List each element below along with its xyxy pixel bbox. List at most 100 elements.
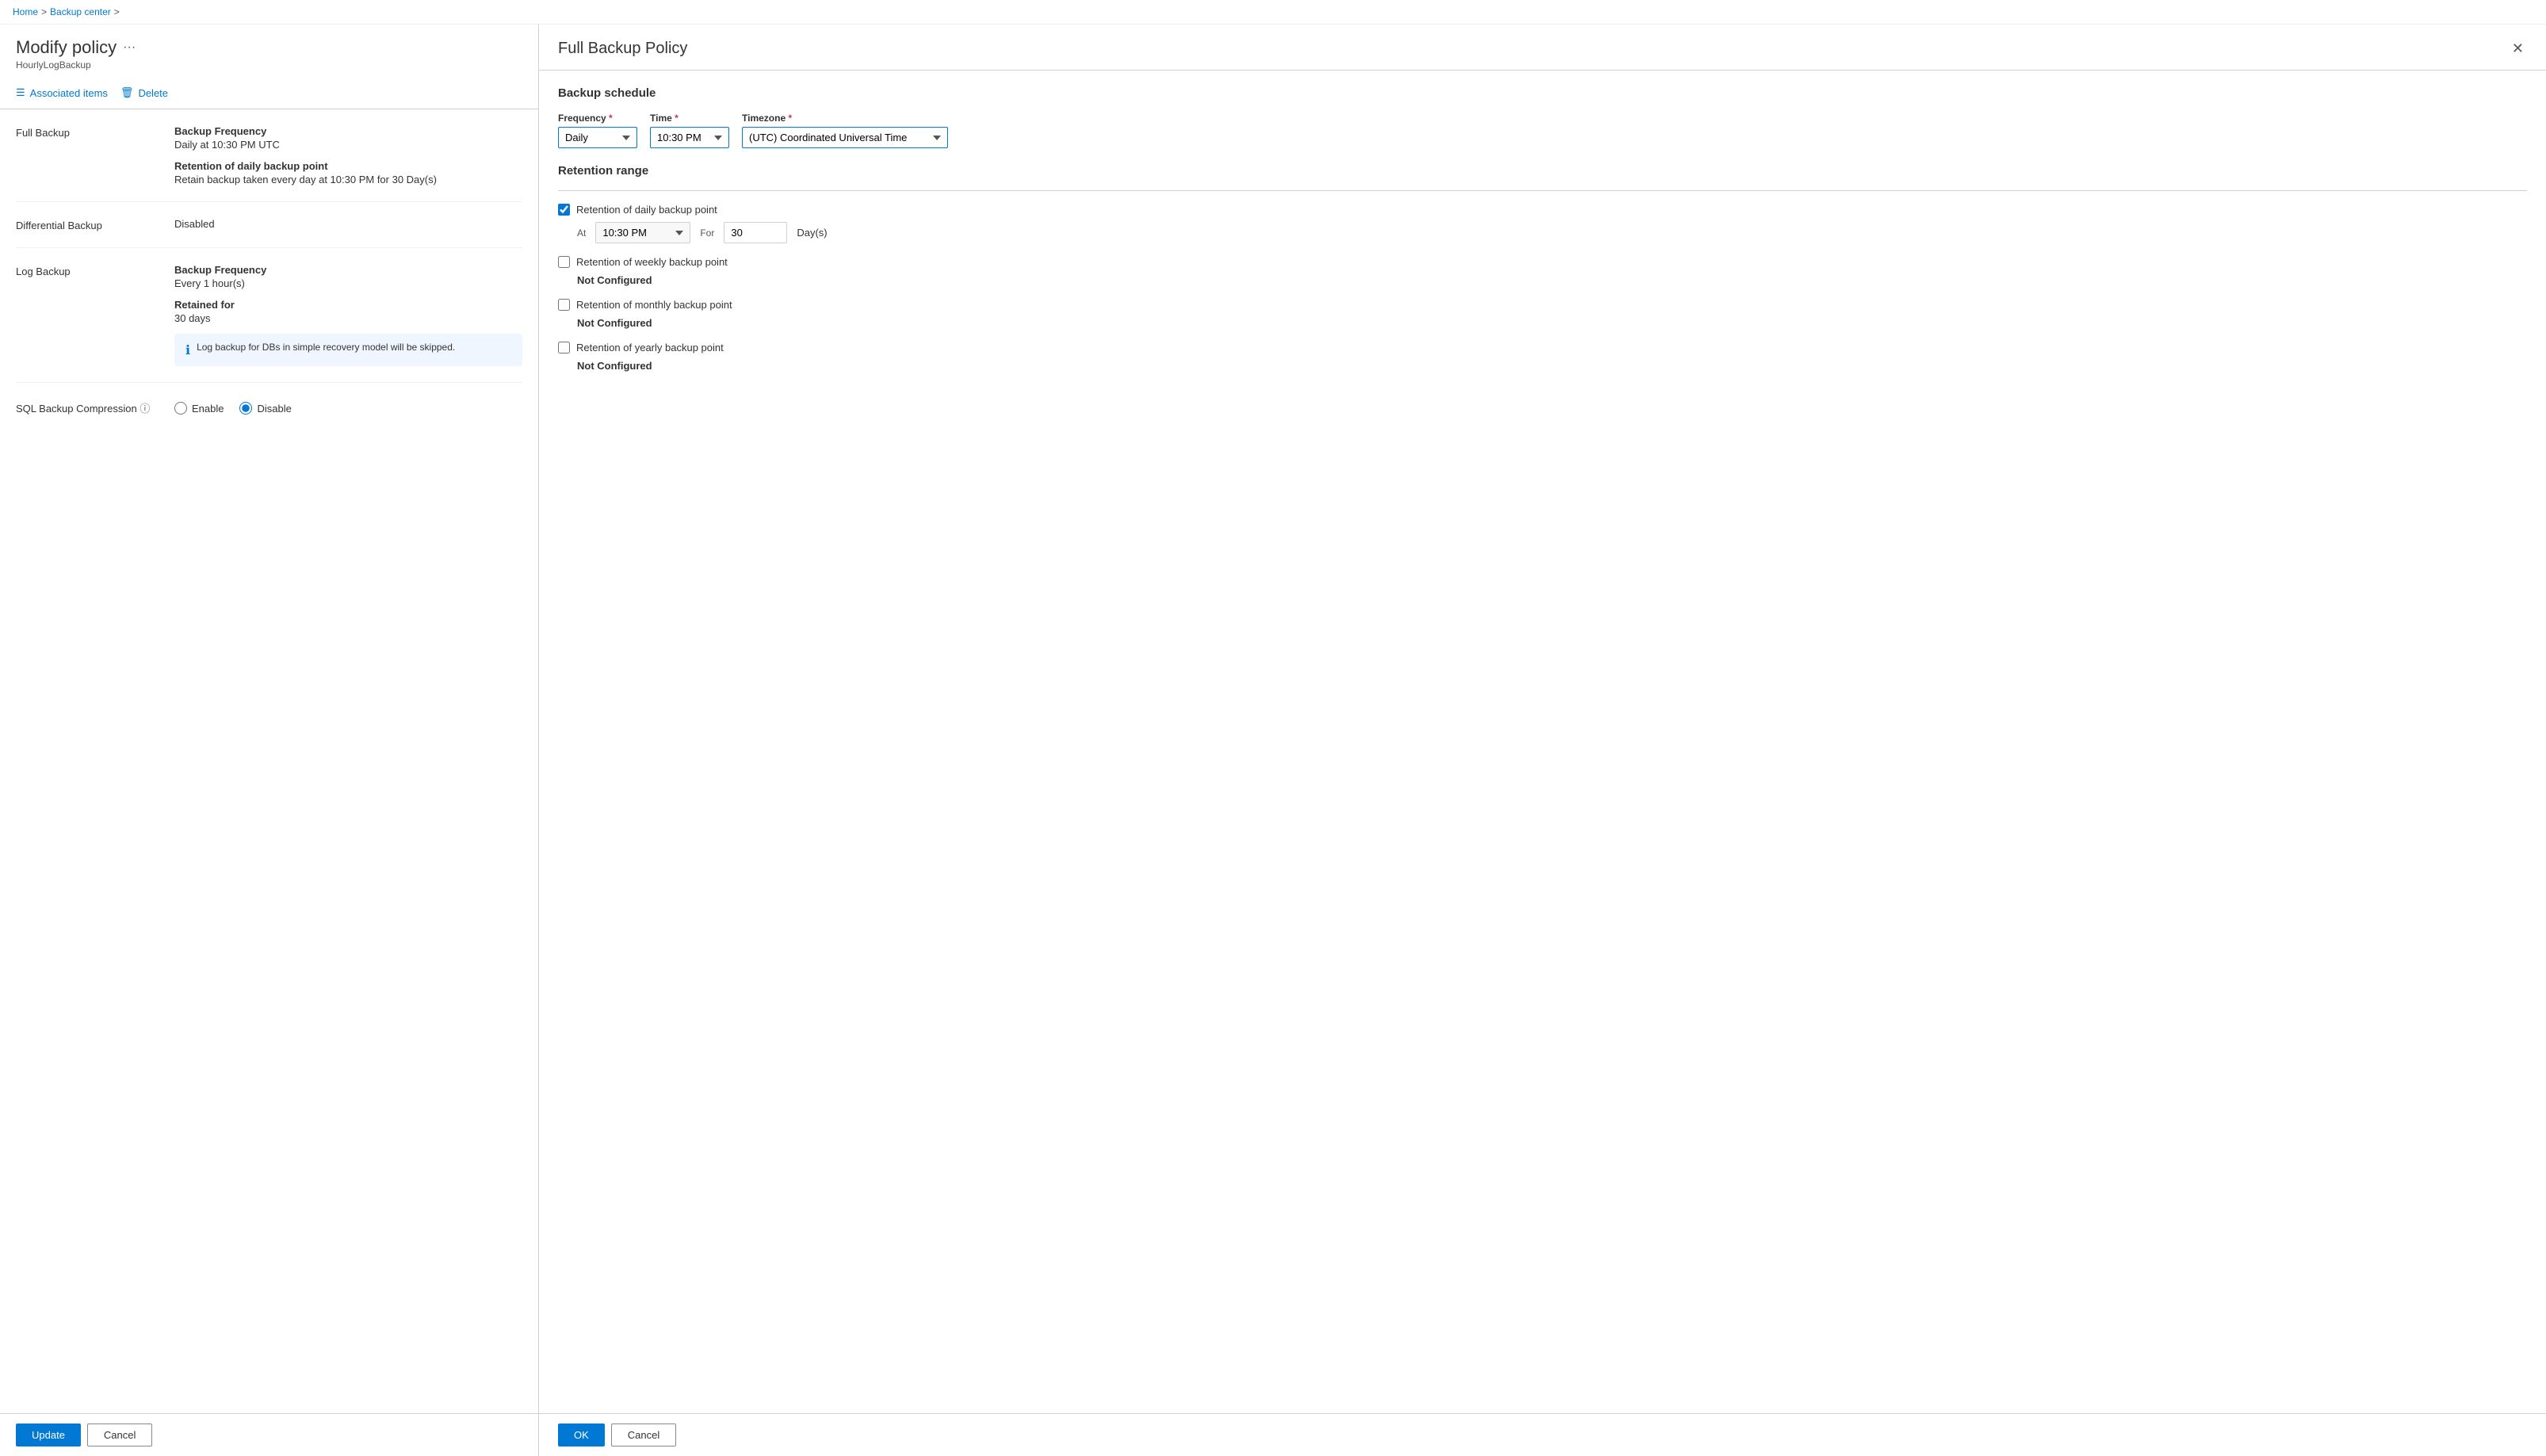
frequency-group: Frequency * Daily Weekly Monthly [558, 113, 637, 148]
yearly-retention-item: Retention of yearly backup point Not Con… [558, 342, 2527, 372]
daily-at-select[interactable]: 10:30 PM [595, 222, 690, 243]
associated-items-label: Associated items [30, 87, 108, 99]
breadcrumb-sep1: > [41, 6, 47, 17]
right-panel-header: Full Backup Policy ✕ [539, 25, 2546, 71]
daily-for-input[interactable] [724, 222, 787, 243]
right-panel-title: Full Backup Policy [558, 40, 687, 58]
daily-retention-controls: At 10:30 PM For Day(s) [577, 222, 2527, 243]
breadcrumb: Home > Backup center > [0, 0, 2546, 25]
monthly-retention-item: Retention of monthly backup point Not Co… [558, 299, 2527, 329]
daily-retention-checkbox[interactable] [558, 204, 570, 216]
at-label: At [577, 227, 586, 239]
backup-schedule-section: Backup schedule Frequency * Daily Weekly… [558, 86, 2527, 148]
differential-backup-value: Disabled [174, 218, 522, 230]
log-info-text: Log backup for DBs in simple recovery mo… [197, 342, 455, 353]
delete-button[interactable]: 🗑 Delete [120, 83, 168, 102]
close-button[interactable]: ✕ [2509, 37, 2527, 60]
yearly-retention-label[interactable]: Retention of yearly backup point [576, 342, 724, 353]
trash-icon: 🗑 [120, 86, 134, 99]
time-group: Time * 10:30 PM 11:00 PM 12:00 AM [650, 113, 729, 148]
differential-backup-section: Differential Backup Disabled [16, 202, 522, 248]
backup-frequency-value: Daily at 10:30 PM UTC [174, 139, 522, 151]
right-panel: Full Backup Policy ✕ Backup schedule Fre… [539, 25, 2546, 1456]
enable-label: Enable [192, 403, 224, 415]
time-label: Time * [650, 113, 729, 124]
left-cancel-button[interactable]: Cancel [87, 1424, 152, 1446]
full-backup-section: Full Backup Backup Frequency Daily at 10… [16, 109, 522, 202]
delete-label: Delete [138, 87, 168, 99]
compression-info-icon[interactable]: ⓘ [140, 403, 150, 415]
timezone-group: Timezone * (UTC) Coordinated Universal T… [742, 113, 948, 148]
log-retained-value: 30 days [174, 312, 522, 324]
daily-retention-header: Retention of daily backup point [558, 204, 2527, 216]
full-backup-label: Full Backup [16, 125, 174, 185]
info-icon: ℹ [185, 342, 190, 358]
log-backup-content: Backup Frequency Every 1 hour(s) Retaine… [174, 264, 522, 366]
differential-backup-label: Differential Backup [16, 218, 174, 231]
retention-daily-value: Retain backup taken every day at 10:30 P… [174, 174, 522, 185]
monthly-retention-checkbox[interactable] [558, 299, 570, 311]
weekly-retention-label[interactable]: Retention of weekly backup point [576, 256, 728, 268]
backup-schedule-title: Backup schedule [558, 86, 2527, 100]
timezone-select[interactable]: (UTC) Coordinated Universal Time [742, 127, 948, 148]
retention-range-title: Retention range [558, 164, 2527, 178]
left-footer: Update Cancel [0, 1413, 538, 1456]
yearly-not-configured: Not Configured [577, 360, 2527, 372]
associated-items-button[interactable]: ☰ Associated items [16, 83, 108, 102]
left-panel: Modify policy ··· HourlyLogBackup ☰ Asso… [0, 25, 539, 1456]
schedule-form-row: Frequency * Daily Weekly Monthly Time * [558, 113, 2527, 148]
disable-label: Disable [257, 403, 291, 415]
weekly-not-configured: Not Configured [577, 274, 2527, 286]
frequency-select[interactable]: Daily Weekly Monthly [558, 127, 637, 148]
retention-range-section: Retention range Retention of daily backu… [558, 164, 2527, 372]
list-icon: ☰ [16, 86, 25, 99]
update-button[interactable]: Update [16, 1424, 81, 1446]
timezone-required: * [788, 113, 792, 124]
enable-radio[interactable] [174, 402, 187, 415]
monthly-retention-header: Retention of monthly backup point [558, 299, 2527, 311]
left-toolbar: ☰ Associated items 🗑 Delete [0, 77, 538, 109]
sql-compression-section: SQL Backup Compression ⓘ Enable Disable [16, 383, 522, 431]
monthly-retention-label[interactable]: Retention of monthly backup point [576, 299, 732, 311]
breadcrumb-backup-center[interactable]: Backup center [50, 6, 111, 17]
disable-radio-item[interactable]: Disable [239, 402, 291, 415]
weekly-retention-item: Retention of weekly backup point Not Con… [558, 256, 2527, 286]
sql-compression-content: Enable Disable [174, 399, 522, 415]
left-header: Modify policy ··· HourlyLogBackup [0, 25, 538, 77]
full-backup-content: Backup Frequency Daily at 10:30 PM UTC R… [174, 125, 522, 185]
daily-retention-label[interactable]: Retention of daily backup point [576, 204, 717, 216]
breadcrumb-sep2: > [114, 6, 120, 17]
yearly-retention-header: Retention of yearly backup point [558, 342, 2527, 353]
backup-frequency-title: Backup Frequency [174, 125, 522, 137]
retention-daily-title: Retention of daily backup point [174, 160, 522, 172]
log-frequency-title: Backup Frequency [174, 264, 522, 276]
page-subtitle: HourlyLogBackup [16, 59, 522, 71]
for-label: For [700, 227, 714, 239]
log-frequency-value: Every 1 hour(s) [174, 277, 522, 289]
time-required: * [675, 113, 679, 124]
ok-button[interactable]: OK [558, 1424, 605, 1446]
more-options-icon[interactable]: ··· [123, 40, 136, 55]
log-retained-title: Retained for [174, 299, 522, 311]
right-cancel-button[interactable]: Cancel [611, 1424, 676, 1446]
log-backup-section: Log Backup Backup Frequency Every 1 hour… [16, 248, 522, 383]
log-info-box: ℹ Log backup for DBs in simple recovery … [174, 334, 522, 366]
weekly-retention-header: Retention of weekly backup point [558, 256, 2527, 268]
compression-radio-group: Enable Disable [174, 402, 522, 415]
differential-backup-content: Disabled [174, 218, 522, 231]
page-title-row: Modify policy ··· [16, 37, 522, 58]
left-content: Full Backup Backup Frequency Daily at 10… [0, 109, 538, 1413]
timezone-label: Timezone * [742, 113, 948, 124]
frequency-required: * [609, 113, 613, 124]
enable-radio-item[interactable]: Enable [174, 402, 224, 415]
daily-retention-item: Retention of daily backup point At 10:30… [558, 204, 2527, 243]
weekly-retention-checkbox[interactable] [558, 256, 570, 268]
frequency-label: Frequency * [558, 113, 637, 124]
retention-divider [558, 190, 2527, 191]
yearly-retention-checkbox[interactable] [558, 342, 570, 353]
disable-radio[interactable] [239, 402, 252, 415]
right-panel-content: Backup schedule Frequency * Daily Weekly… [539, 71, 2546, 1413]
time-select[interactable]: 10:30 PM 11:00 PM 12:00 AM [650, 127, 729, 148]
breadcrumb-home[interactable]: Home [13, 6, 38, 17]
log-backup-label: Log Backup [16, 264, 174, 366]
